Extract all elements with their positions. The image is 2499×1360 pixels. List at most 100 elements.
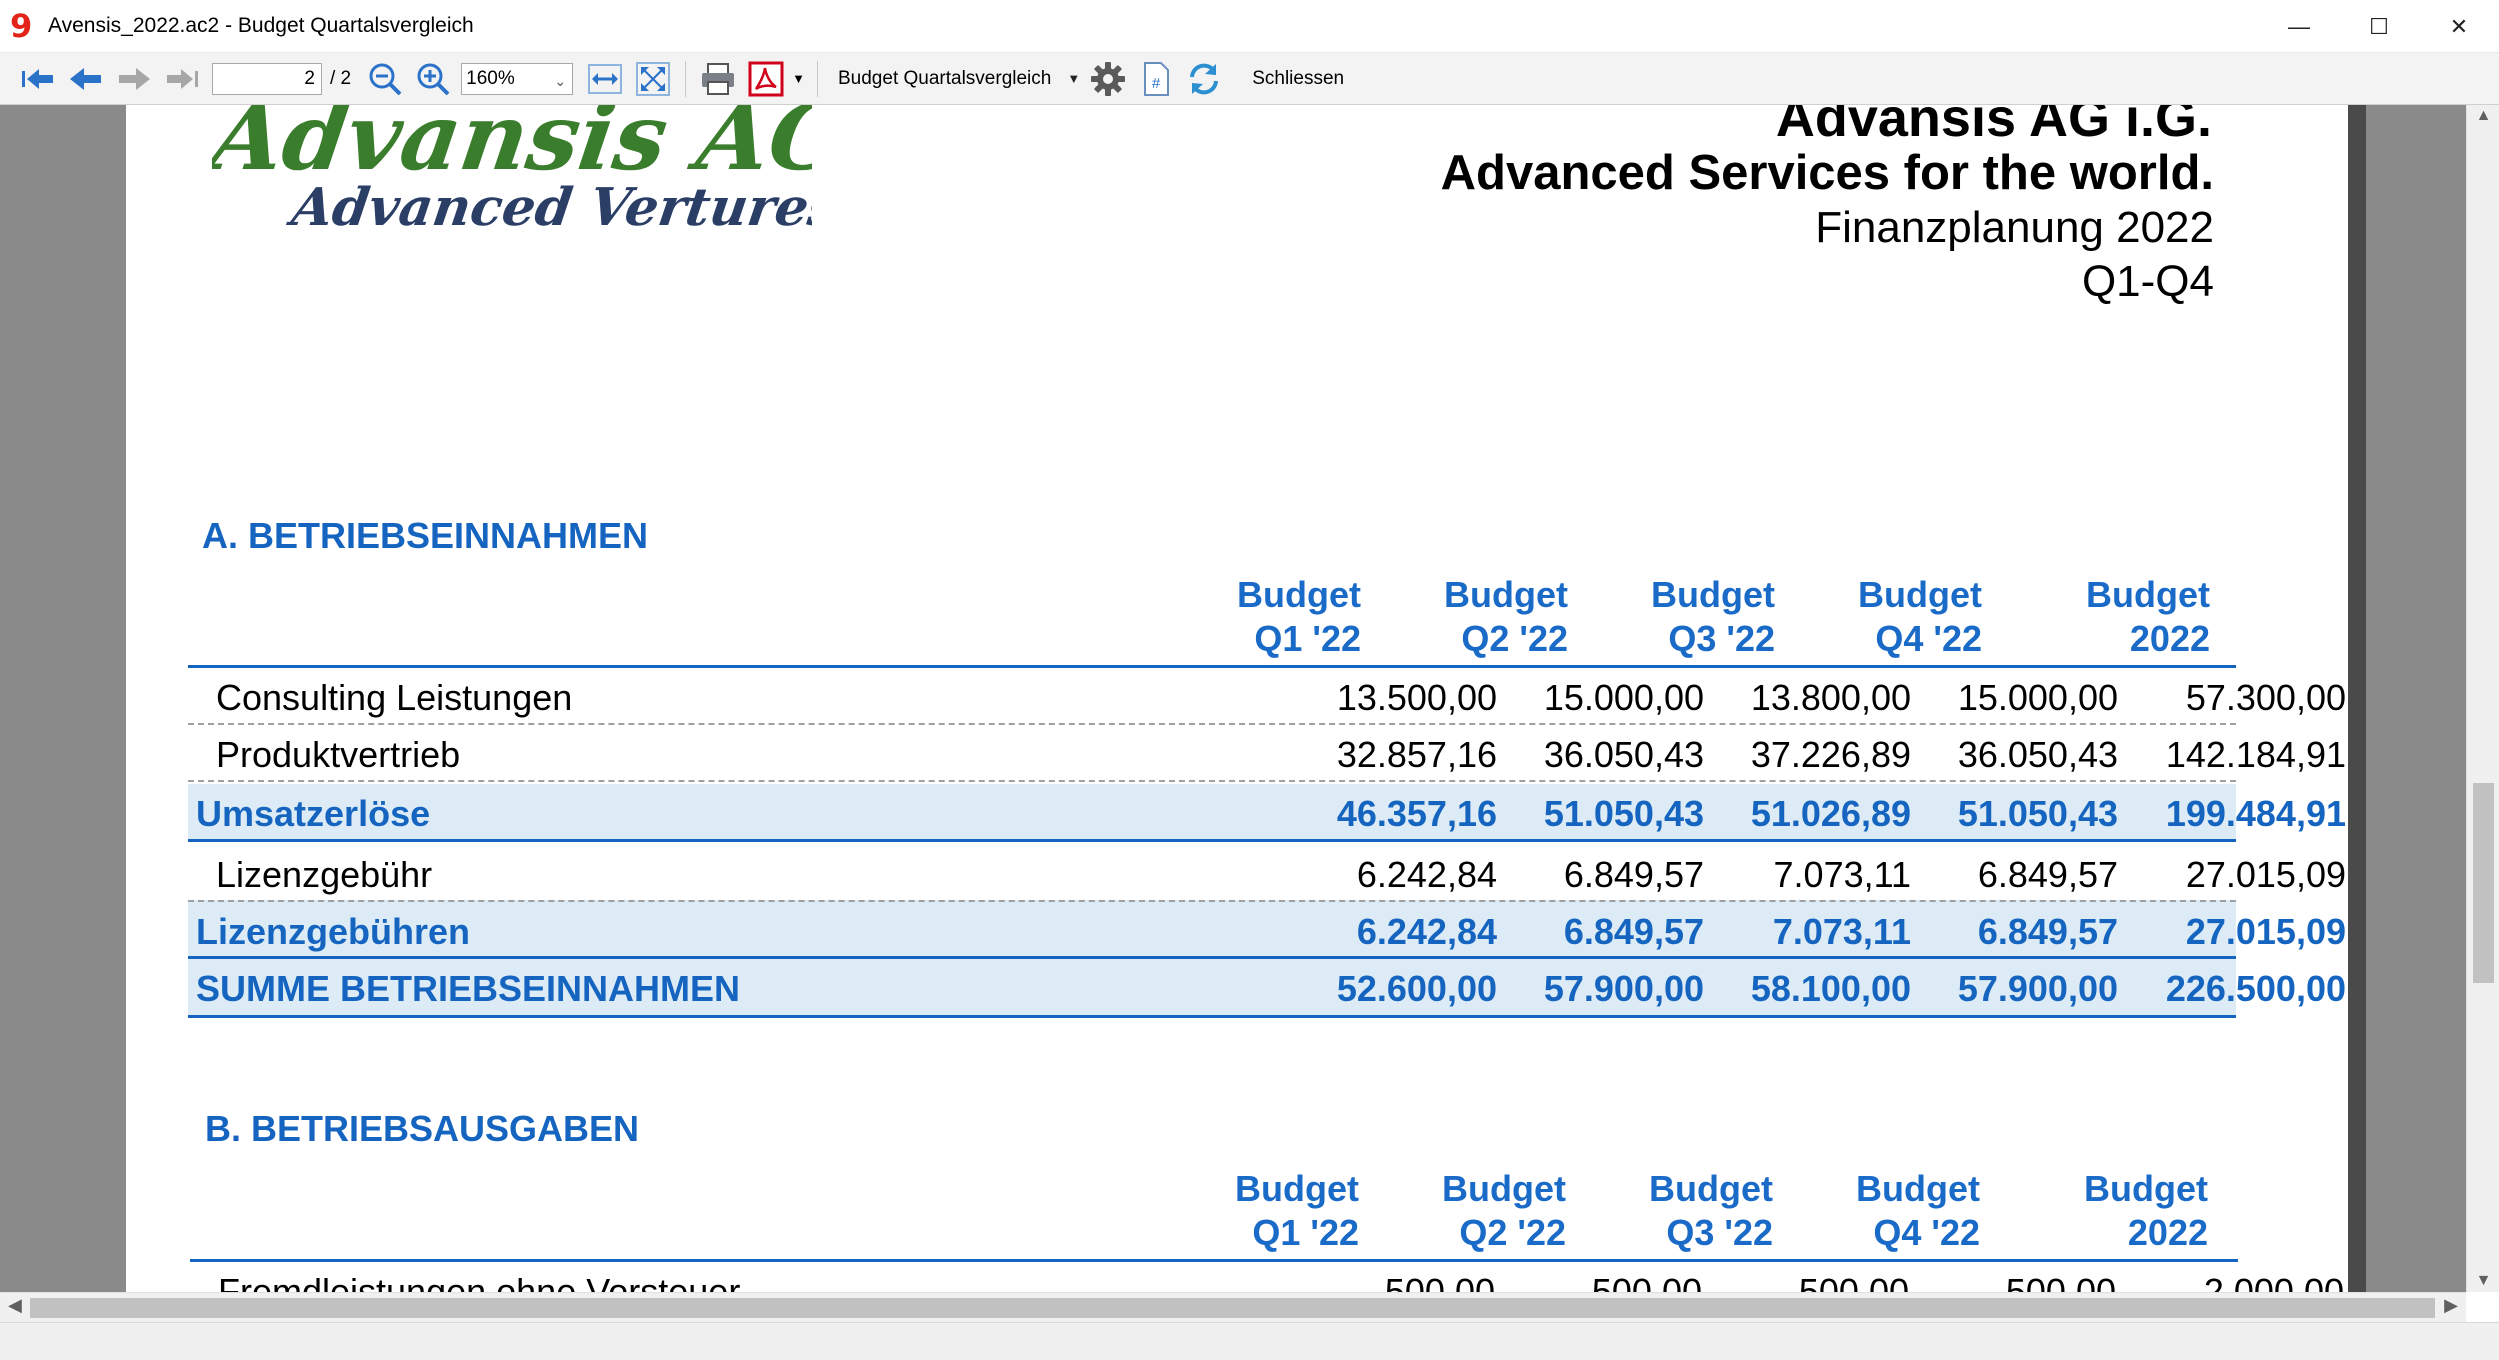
- column-header-line: Q4 '22: [1873, 1212, 1980, 1253]
- subtotal-row: Lizenzgebühren 6.242,84 6.849,57 7.073,1…: [188, 900, 2346, 957]
- cell-year: 27.015,09: [2185, 911, 2346, 952]
- column-header-line: Q2 '22: [1459, 1212, 1566, 1253]
- refresh-button[interactable]: [1180, 56, 1228, 102]
- cell-q3: 7.073,11: [1772, 911, 1911, 952]
- close-report-button[interactable]: Schliessen: [1252, 68, 1344, 90]
- cell-q1: 6.242,84: [1356, 911, 1497, 952]
- first-page-button[interactable]: [14, 56, 62, 102]
- zoom-out-icon: [369, 63, 402, 95]
- title-bar: 9 Avensis_2022.ac2 - Budget Quartalsverg…: [0, 0, 2499, 53]
- last-page-button[interactable]: [158, 56, 206, 102]
- company-name: Advansis AG i.G.: [1775, 105, 2212, 148]
- column-header-line: 2022: [2127, 1212, 2208, 1253]
- row-label: SUMME BETRIEBSEINNAHMEN: [196, 968, 741, 1009]
- zoom-out-button[interactable]: [361, 56, 409, 102]
- scroll-down-arrow-icon[interactable]: ▼: [2467, 1272, 2499, 1290]
- column-header-year: Budget 2022: [2008, 1167, 2208, 1255]
- column-header-line: Q2 '22: [1461, 618, 1568, 659]
- toolbar: 2 / 2 160% ⌄ ▼ Budget Quartalsvergleich …: [0, 53, 2499, 105]
- table-row: Lizenzgebühr 6.242,84 6.849,57 7.073,11 …: [188, 845, 2346, 902]
- printer-icon: [702, 62, 735, 95]
- cell-q2: 57.900,00: [1543, 968, 1704, 1009]
- report-title: Finanzplanung 2022: [1815, 203, 2214, 252]
- column-header-q3: Budget Q3 '22: [1575, 573, 1775, 661]
- vertical-scrollbar[interactable]: ▲ ▼: [2466, 105, 2499, 1292]
- window-title: Avensis_2022.ac2 - Budget Quartalsvergle…: [48, 14, 474, 37]
- cell-q3: 58.100,00: [1750, 968, 1911, 1009]
- column-header-line: Budget: [2086, 574, 2210, 615]
- caret-down-icon: ▼: [1067, 71, 1081, 86]
- last-page-icon: [167, 68, 198, 89]
- minimize-button[interactable]: —: [2259, 0, 2339, 53]
- column-header-line: Budget: [1858, 574, 1982, 615]
- page-number-settings-button[interactable]: #: [1132, 56, 1180, 102]
- export-pdf-button[interactable]: [742, 56, 790, 102]
- row-label: Lizenzgebühren: [196, 911, 471, 952]
- close-window-button[interactable]: ✕: [2419, 0, 2499, 53]
- column-header-line: Budget: [1237, 574, 1361, 615]
- report-select[interactable]: Budget Quartalsvergleich ▼: [838, 68, 1080, 90]
- horizontal-scroll-thumb[interactable]: [30, 1298, 2435, 1318]
- print-button[interactable]: [694, 56, 742, 102]
- table-row: Consulting Leistungen 13.500,00 15.000,0…: [188, 668, 2346, 725]
- row-label: Consulting Leistungen: [216, 677, 573, 718]
- zoom-select[interactable]: 160% ⌄: [461, 62, 574, 95]
- column-header-line: Budget: [1651, 574, 1775, 615]
- zoom-in-button[interactable]: [409, 56, 457, 102]
- cell-q2: 6.849,57: [1563, 854, 1704, 895]
- fit-width-icon: [588, 63, 623, 94]
- cell-q1: 46.357,16: [1336, 793, 1497, 834]
- zoom-in-icon: [417, 63, 450, 95]
- fit-width-button[interactable]: [581, 56, 629, 102]
- pdf-icon: [748, 61, 784, 96]
- svg-text:#: #: [1152, 75, 1161, 92]
- cell-year: 142.184,91: [2165, 734, 2346, 775]
- column-header-line: Budget: [2084, 1168, 2208, 1209]
- scroll-right-arrow-icon[interactable]: ▶: [2444, 1295, 2458, 1316]
- column-header-q3: Budget Q3 '22: [1573, 1167, 1773, 1255]
- column-header-line: Budget: [1444, 574, 1568, 615]
- cell-year: 199.484,91: [2165, 793, 2346, 834]
- column-header-q1: Budget Q1 '22: [1161, 573, 1361, 661]
- cell-q4: 51.050,43: [1957, 793, 2118, 834]
- cell-q3: 7.073,11: [1773, 854, 1911, 895]
- table-row: Produktvertrieb 32.857,16 36.050,43 37.2…: [188, 725, 2346, 782]
- cell-q4: 36.050,43: [1957, 734, 2118, 775]
- fit-page-icon: [636, 61, 671, 96]
- table-row: Fremdleistungen ohne Vorsteuer 500,00 50…: [190, 1262, 2344, 1292]
- cell-q2: 36.050,43: [1543, 734, 1704, 775]
- row-label: Fremdleistungen ohne Vorsteuer: [218, 1271, 741, 1292]
- column-header-line: Q1 '22: [1252, 1212, 1359, 1253]
- row-label: Produktvertrieb: [216, 734, 461, 775]
- cell-q2: 51.050,43: [1543, 793, 1704, 834]
- maximize-button[interactable]: ☐: [2339, 0, 2419, 53]
- scroll-up-arrow-icon[interactable]: ▲: [2467, 107, 2499, 125]
- cell-q1: 6.242,84: [1356, 854, 1497, 895]
- cell-q3: 13.800,00: [1750, 677, 1911, 718]
- cell-q3: 37.226,89: [1750, 734, 1911, 775]
- column-header-line: 2022: [2129, 618, 2210, 659]
- column-header-q4: Budget Q4 '22: [1782, 573, 1982, 661]
- cell-q1: 52.600,00: [1336, 968, 1497, 1009]
- arrow-right-icon: [119, 67, 150, 90]
- scroll-left-arrow-icon[interactable]: ◀: [8, 1295, 22, 1316]
- pdf-options-dropdown[interactable]: ▼: [792, 71, 805, 86]
- fit-page-button[interactable]: [629, 56, 677, 102]
- settings-button[interactable]: [1084, 56, 1132, 102]
- horizontal-scrollbar[interactable]: ◀ ▶: [0, 1292, 2466, 1322]
- total-row: SUMME BETRIEBSEINNAHMEN 52.600,00 57.900…: [188, 956, 2346, 1018]
- next-page-button[interactable]: [110, 56, 158, 102]
- row-label: Lizenzgebühr: [216, 854, 433, 895]
- column-header-q2: Budget Q2 '22: [1366, 1167, 1566, 1255]
- svg-text:Advanced Vertures: Advanced Vertures: [283, 177, 812, 237]
- cell-q3: 51.026,89: [1750, 793, 1911, 834]
- report-name: Budget Quartalsvergleich: [838, 67, 1052, 89]
- cell-q2: 500,00: [1591, 1271, 1702, 1292]
- cell-q4: 15.000,00: [1957, 677, 2118, 718]
- column-header-q2: Budget Q2 '22: [1368, 573, 1568, 661]
- previous-page-button[interactable]: [62, 56, 110, 102]
- page-number-input[interactable]: 2: [212, 62, 322, 95]
- cell-q2: 15.000,00: [1543, 677, 1704, 718]
- vertical-scroll-thumb[interactable]: [2473, 783, 2494, 983]
- cell-year: 27.015,09: [2185, 854, 2346, 895]
